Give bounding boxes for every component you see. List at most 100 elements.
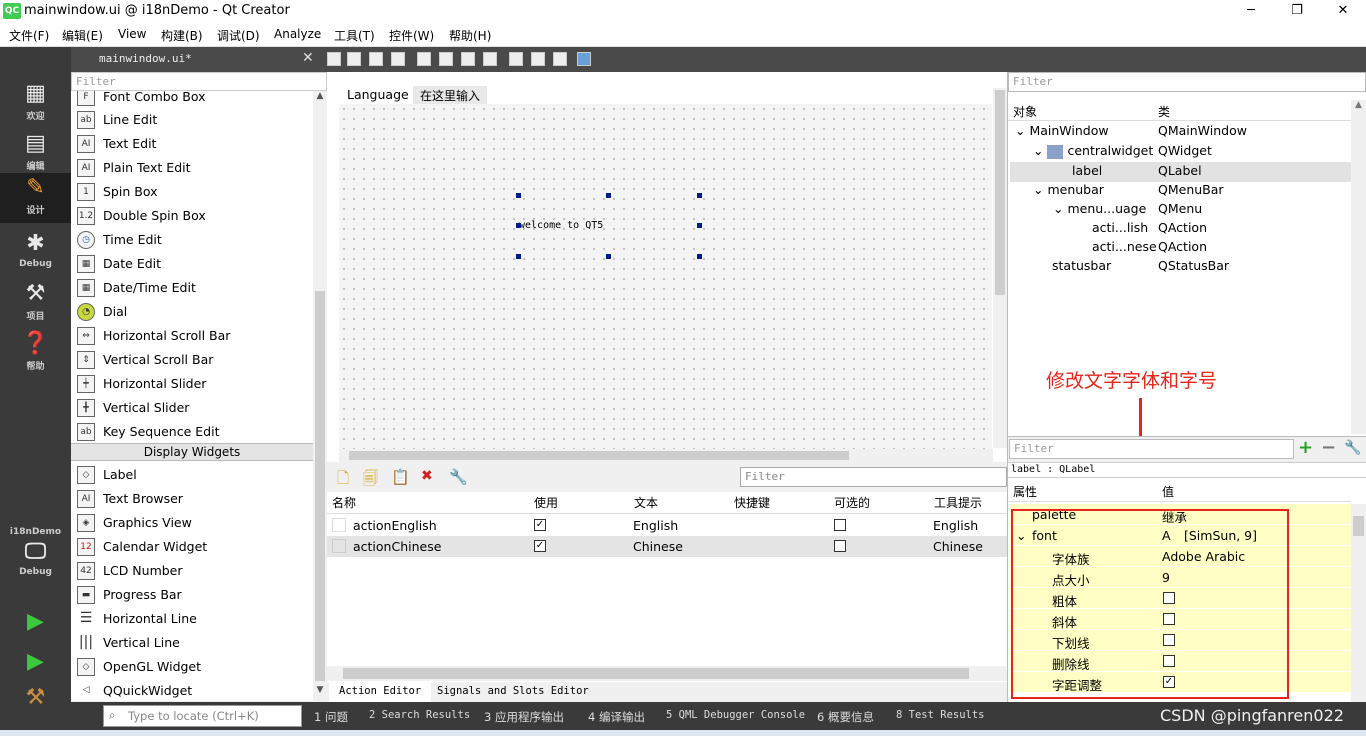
- widget-text-browser[interactable]: AI Text Browser: [71, 487, 313, 511]
- widget-horizontal-scroll-bar[interactable]: ⇔ Horizontal Scroll Bar: [71, 324, 313, 348]
- widget-qquickwidget[interactable]: ◁ QQuickWidget: [71, 679, 313, 701]
- pane-issues[interactable]: 1 问题: [314, 709, 348, 725]
- resize-handle[interactable]: [697, 223, 702, 228]
- copy-action-icon[interactable]: 🗐: [363, 468, 378, 493]
- tree-row-menubar[interactable]: ⌄ menubar QMenuBar: [1033, 182, 1224, 201]
- tab-signals-slots[interactable]: Signals and Slots Editor: [437, 685, 589, 697]
- menu-build[interactable]: 构建(B): [161, 27, 203, 44]
- property-filter[interactable]: Filter: [1009, 439, 1294, 459]
- widget-font-combo-box[interactable]: F Font Combo Box: [71, 91, 313, 109]
- property-scrollbar[interactable]: [1351, 504, 1366, 702]
- col-tooltip[interactable]: 工具提示: [934, 493, 982, 514]
- maximize-button[interactable]: ❐: [1274, 0, 1320, 23]
- widget-dial[interactable]: ◔ Dial: [71, 300, 313, 324]
- mode-projects[interactable]: ⚒ 项目: [0, 279, 71, 329]
- debug-run-button[interactable]: ▶: [0, 647, 71, 679]
- mode-debug[interactable]: ✱ Debug: [0, 229, 71, 279]
- form-canvas[interactable]: welcome to QT5: [339, 104, 992, 450]
- remove-property-icon[interactable]: −: [1321, 437, 1336, 458]
- widget-opengl-widget[interactable]: ◇ OpenGL Widget: [71, 655, 313, 679]
- minimize-button[interactable]: ─: [1228, 0, 1274, 23]
- pane-general-messages[interactable]: 6 概要信息: [817, 709, 874, 725]
- col-name[interactable]: 名称: [332, 493, 356, 514]
- layout-vertical-icon[interactable]: [439, 52, 453, 66]
- action-hscrollbar[interactable]: [327, 666, 1007, 681]
- widget-vertical-line[interactable]: ||| Vertical Line: [71, 631, 313, 655]
- col-text[interactable]: 文本: [634, 493, 658, 514]
- form-label-welcome[interactable]: welcome to QT5: [519, 220, 603, 231]
- layout-grid-icon[interactable]: [509, 52, 523, 66]
- widget-label[interactable]: ◇ Label: [71, 463, 313, 487]
- close-tab-icon[interactable]: ✕: [302, 50, 314, 66]
- object-filter[interactable]: Filter: [1008, 72, 1366, 92]
- tree-row-menu-language[interactable]: ⌄ menu...uage QMenu: [1053, 201, 1202, 220]
- resize-handle[interactable]: [606, 193, 611, 198]
- canvas-vscrollbar[interactable]: [993, 88, 1007, 448]
- pane-test-results[interactable]: 8 Test Results: [896, 709, 985, 721]
- layout-form-icon[interactable]: [531, 52, 545, 66]
- build-button[interactable]: ⚒: [0, 683, 71, 715]
- widget-horizontal-line[interactable]: ☰ Horizontal Line: [71, 607, 313, 631]
- configure-icon[interactable]: 🔧: [1344, 440, 1361, 456]
- layout-v-splitter-icon[interactable]: [483, 52, 497, 66]
- new-action-icon[interactable]: 🗋: [337, 468, 349, 493]
- edit-signals-icon[interactable]: [347, 52, 361, 66]
- widget-vertical-scroll-bar[interactable]: ⇕ Vertical Scroll Bar: [71, 348, 313, 372]
- add-property-icon[interactable]: +: [1298, 437, 1313, 458]
- resize-handle[interactable]: [697, 193, 702, 198]
- scroll-thumb[interactable]: [349, 451, 849, 460]
- menu-widgets[interactable]: 控件(W): [389, 27, 434, 44]
- col-shortcut[interactable]: 快捷键: [734, 493, 770, 514]
- widget-text-edit[interactable]: AI Text Edit: [71, 132, 313, 156]
- resize-handle[interactable]: [697, 254, 702, 259]
- edit-tab-order-icon[interactable]: [391, 52, 405, 66]
- widget-plain-text-edit[interactable]: AI Plain Text Edit: [71, 156, 313, 180]
- widgetbox-filter[interactable]: Filter: [71, 72, 327, 91]
- widget-key-sequence-edit[interactable]: ab Key Sequence Edit: [71, 420, 313, 444]
- widget-datetime-edit[interactable]: ▦ Date/Time Edit: [71, 276, 313, 300]
- form-menu-language[interactable]: Language: [347, 87, 409, 102]
- tree-row-statusbar[interactable]: statusbar QStatusBar: [1052, 258, 1229, 277]
- tree-row-label[interactable]: label QLabel: [1072, 163, 1202, 182]
- pane-app-output[interactable]: 3 应用程序输出: [484, 709, 564, 725]
- menu-help[interactable]: 帮助(H): [449, 27, 491, 44]
- table-row[interactable]: actionChinese ✓ Chinese Chinese: [327, 536, 1007, 557]
- widgetbox-scrollbar[interactable]: ▲ ▼: [313, 91, 327, 701]
- adjust-size-icon[interactable]: [577, 52, 591, 66]
- menu-debug[interactable]: 调试(D): [217, 27, 260, 44]
- edit-widgets-icon[interactable]: [327, 52, 341, 66]
- configure-icon[interactable]: 🔧: [449, 468, 468, 486]
- scroll-down-icon[interactable]: ▼: [313, 685, 327, 701]
- checkable-checkbox[interactable]: [834, 540, 846, 552]
- mode-help[interactable]: ❓ 帮助: [0, 329, 71, 379]
- used-checkbox[interactable]: ✓: [534, 540, 546, 552]
- widget-double-spin-box[interactable]: 1.2 Double Spin Box: [71, 204, 313, 228]
- resize-handle[interactable]: [516, 223, 521, 228]
- paste-action-icon[interactable]: 📋: [391, 468, 410, 486]
- resize-handle[interactable]: [606, 254, 611, 259]
- menu-tools[interactable]: 工具(T): [334, 27, 375, 44]
- mode-welcome[interactable]: ▦ 欢迎: [0, 79, 71, 129]
- layout-horizontal-icon[interactable]: [417, 52, 431, 66]
- widget-progress-bar[interactable]: ▬ Progress Bar: [71, 583, 313, 607]
- form-menu-type-here[interactable]: 在这里输入: [413, 86, 488, 104]
- col-value[interactable]: 值: [1162, 483, 1174, 500]
- scroll-thumb[interactable]: [995, 90, 1005, 295]
- widget-date-edit[interactable]: ▦ Date Edit: [71, 252, 313, 276]
- canvas-hscrollbar[interactable]: [339, 449, 993, 462]
- table-row[interactable]: actionEnglish ✓ English English: [327, 515, 1007, 536]
- checkable-checkbox[interactable]: [834, 519, 846, 531]
- menu-edit[interactable]: 编辑(E): [62, 27, 103, 44]
- scroll-thumb[interactable]: [343, 668, 969, 679]
- tree-row-action-english[interactable]: acti...lish QAction: [1092, 220, 1207, 239]
- object-scrollbar[interactable]: ▲: [1351, 100, 1366, 434]
- menu-file[interactable]: 文件(F): [9, 27, 49, 44]
- scroll-up-icon[interactable]: ▲: [313, 91, 327, 107]
- pane-search-results[interactable]: 2 Search Results: [369, 709, 470, 721]
- close-button[interactable]: ✕: [1320, 0, 1366, 23]
- menu-analyze[interactable]: Analyze: [274, 27, 321, 41]
- widget-graphics-view[interactable]: ◈ Graphics View: [71, 511, 313, 535]
- widget-lcd-number[interactable]: 42 LCD Number: [71, 559, 313, 583]
- break-layout-icon[interactable]: [553, 52, 567, 66]
- editor-tab[interactable]: mainwindow.ui*: [99, 52, 192, 65]
